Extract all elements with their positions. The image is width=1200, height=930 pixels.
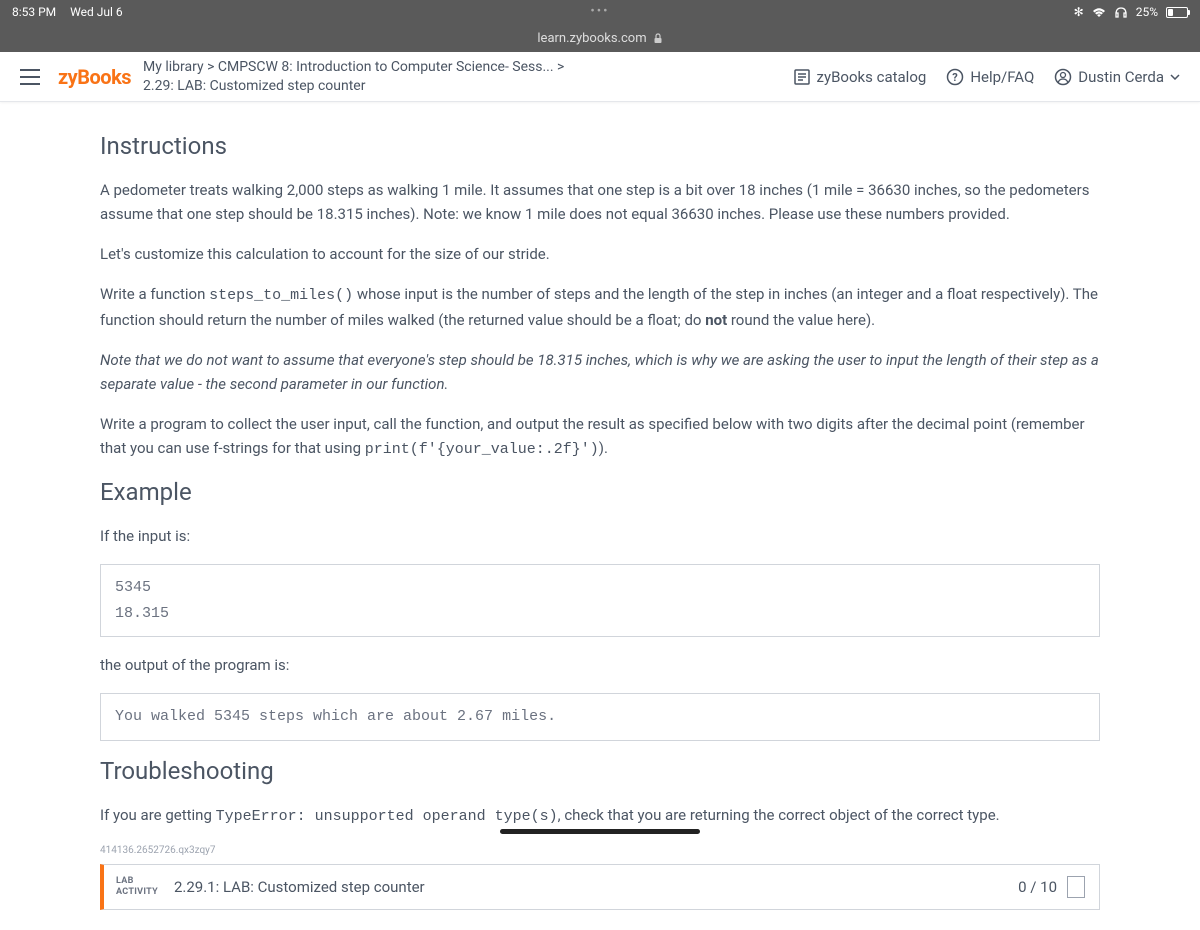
paragraph-3: Write a function steps_to_miles() whose …: [100, 282, 1100, 332]
wifi-icon: [1092, 7, 1106, 18]
lock-icon: [653, 33, 663, 44]
troubleshooting-heading: Troubleshooting: [100, 757, 1100, 785]
url-text: learn.zybooks.com: [537, 31, 646, 46]
instructions-heading: Instructions: [100, 132, 1100, 160]
main-content: Instructions A pedometer treats walking …: [0, 102, 1200, 930]
breadcrumb-line2: 2.29: LAB: Customized step counter: [143, 77, 793, 95]
paragraph-2: Let's customize this calculation to acco…: [100, 242, 1100, 266]
help-icon: ?: [946, 68, 964, 86]
tab-dots-icon: •••: [590, 4, 609, 19]
catalog-link[interactable]: zyBooks catalog: [793, 68, 927, 86]
browser-url-bar[interactable]: ••• learn.zybooks.com: [0, 24, 1200, 52]
breadcrumb[interactable]: My library > CMPSCW 8: Introduction to C…: [143, 58, 793, 94]
brightness-icon: ✻: [1074, 5, 1084, 19]
top-nav: zyBooks My library > CMPSCW 8: Introduct…: [0, 52, 1200, 102]
example-output-block: You walked 5345 steps which are about 2.…: [100, 693, 1100, 741]
lab-score: 0 / 10: [1004, 865, 1099, 909]
lab-activity-bar[interactable]: LAB ACTIVITY 2.29.1: LAB: Customized ste…: [100, 864, 1100, 910]
lab-activity-label: LAB ACTIVITY: [104, 865, 170, 909]
user-icon: [1054, 68, 1072, 86]
score-box-icon: [1067, 876, 1085, 898]
example-heading: Example: [100, 478, 1100, 506]
paragraph-1: A pedometer treats walking 2,000 steps a…: [100, 178, 1100, 226]
svg-text:?: ?: [953, 71, 959, 84]
troubleshooting-paragraph: If you are getting TypeError: unsupporte…: [100, 803, 1100, 829]
chevron-down-icon: [1170, 74, 1180, 80]
home-indicator[interactable]: [500, 829, 700, 834]
zybooks-logo[interactable]: zyBooks: [58, 65, 131, 89]
status-time: 8:53 PM: [12, 5, 56, 19]
example-intro: If the input is:: [100, 524, 1100, 548]
battery-icon: [1166, 7, 1188, 18]
status-date: Wed Jul 6: [70, 5, 122, 19]
lab-title: 2.29.1: LAB: Customized step counter: [170, 865, 1004, 909]
hash-id: 414136.2652726.qx3zqy7: [100, 845, 1100, 856]
catalog-icon: [793, 68, 811, 86]
paragraph-4-note: Note that we do not want to assume that …: [100, 348, 1100, 396]
user-menu[interactable]: Dustin Cerda: [1054, 68, 1180, 86]
example-input-block: 5345 18.315: [100, 564, 1100, 637]
help-link[interactable]: ? Help/FAQ: [946, 68, 1034, 86]
paragraph-5: Write a program to collect the user inpu…: [100, 412, 1100, 462]
headphones-icon: [1114, 6, 1128, 18]
hamburger-menu-icon[interactable]: [20, 69, 40, 85]
breadcrumb-line1: My library > CMPSCW 8: Introduction to C…: [143, 58, 793, 76]
battery-percent: 25%: [1136, 5, 1158, 19]
example-output-intro: the output of the program is:: [100, 653, 1100, 677]
